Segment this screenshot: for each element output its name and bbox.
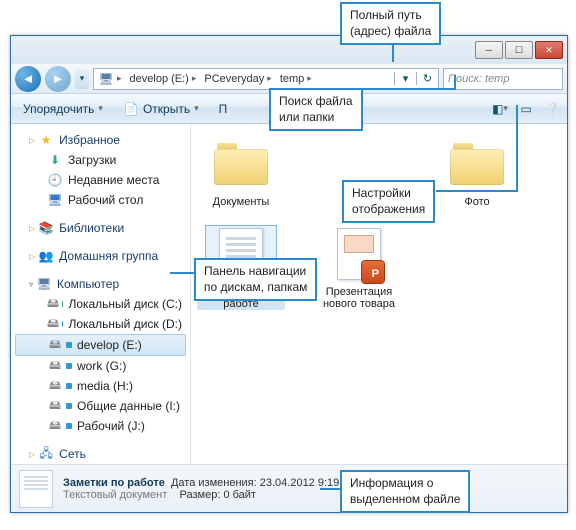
forward-button[interactable]: ► (45, 66, 71, 92)
refresh-button[interactable]: ↻ (416, 72, 438, 85)
callout-view: Настройки отображения (342, 180, 435, 223)
address-box[interactable]: 🖥▸ develop (E:)▸ PCeveryday▸ temp▸ ▾ ↻ (93, 68, 439, 90)
crumb-folder1[interactable]: PCeveryday▸ (200, 69, 275, 89)
drive-icon: 🖴 (47, 296, 59, 312)
nav-drive-e[interactable]: 🖴develop (E:) (15, 334, 186, 356)
status-text: Заметки по работе Дата изменения: 23.04.… (63, 477, 339, 501)
network-icon: 🖧 (38, 446, 54, 462)
callout-line (170, 272, 194, 274)
open-icon: 📄 (123, 101, 139, 117)
nav-network[interactable]: ▷🖧Сеть (11, 444, 190, 464)
history-dropdown[interactable]: ▾ (75, 69, 89, 89)
nav-drive-d[interactable]: 🖴Локальный диск (D:) (11, 314, 190, 334)
item-label: Фото (464, 196, 489, 208)
callout-line (436, 190, 516, 192)
view-mode-button[interactable]: ◧ ▾ (491, 100, 509, 118)
crumb-root[interactable]: 🖥▸ (94, 69, 126, 89)
nav-computer[interactable]: ▿🖥Компьютер (11, 274, 190, 294)
crumb-folder2[interactable]: temp▸ (276, 69, 316, 89)
help-button[interactable]: ❔ (543, 100, 561, 118)
callout-info: Информация о выделенном файле (340, 470, 470, 513)
folder-icon (214, 143, 268, 185)
nav-drive-g[interactable]: 🖴work (G:) (11, 356, 190, 376)
callout-path: Полный путь (адрес) файла (340, 2, 441, 45)
nav-favorites[interactable]: ▷★Избранное (11, 130, 190, 150)
library-icon: 📚 (38, 220, 54, 236)
organize-button[interactable]: Упорядочить ▾ (17, 100, 109, 118)
status-thumb-icon (19, 470, 53, 508)
nav-downloads[interactable]: ⬇Загрузки (11, 150, 190, 170)
nav-drive-h[interactable]: 🖴media (H:) (11, 376, 190, 396)
titlebar: ─ ☐ ✕ (11, 36, 567, 64)
nav-recent[interactable]: 🕘Недавние места (11, 170, 190, 190)
powerpoint-icon (337, 228, 381, 280)
folder-icon (450, 143, 504, 185)
drive-icon: 🖴 (47, 316, 59, 332)
back-button[interactable]: ◄ (15, 66, 41, 92)
item-label: Документы (213, 196, 270, 208)
drive-icon: 🖴 (47, 418, 63, 434)
callout-line (516, 105, 518, 192)
homegroup-icon: 👥 (38, 248, 54, 264)
callout-line (454, 75, 456, 90)
star-icon: ★ (38, 132, 54, 148)
item-file-presentation[interactable]: Презентация нового товара (315, 226, 403, 310)
search-input[interactable]: Поиск: temp (443, 68, 563, 90)
callout-line (354, 88, 454, 90)
navigation-pane: ▷★Избранное ⬇Загрузки 🕘Недавние места 🖥Р… (11, 124, 191, 464)
computer-icon: 🖥 (36, 276, 52, 292)
open-button[interactable]: 📄Открыть ▾ (117, 99, 205, 119)
nav-homegroup[interactable]: ▷👥Домашняя группа (11, 246, 190, 266)
drive-icon: 🖴 (47, 337, 63, 353)
nav-libraries[interactable]: ▷📚Библиотеки (11, 218, 190, 238)
download-icon: ⬇ (47, 152, 63, 168)
drive-icon: 🖴 (47, 398, 63, 414)
more-button[interactable]: П (213, 100, 234, 118)
callout-navpanel: Панель навигации по дискам, папкам (194, 258, 317, 301)
item-folder-documents[interactable]: Документы (197, 136, 285, 208)
nav-drive-i[interactable]: 🖴Общие данные (I:) (11, 396, 190, 416)
drive-icon: 🖴 (47, 378, 63, 394)
drive-icon: 🖴 (47, 358, 63, 374)
preview-pane-button[interactable]: ▭ (517, 100, 535, 118)
maximize-button[interactable]: ☐ (505, 41, 533, 59)
nav-drive-j[interactable]: 🖴Рабочий (J:) (11, 416, 190, 436)
item-folder-photo[interactable]: Фото (433, 136, 521, 208)
status-bar: Заметки по работе Дата изменения: 23.04.… (11, 464, 567, 512)
recent-icon: 🕘 (47, 172, 63, 188)
search-placeholder: Поиск: temp (448, 73, 509, 85)
callout-search: Поиск файла или папки (269, 88, 363, 131)
nav-drive-c[interactable]: 🖴Локальный диск (C:) (11, 294, 190, 314)
callout-line (320, 488, 340, 490)
item-label: Презентация нового товара (315, 286, 403, 310)
minimize-button[interactable]: ─ (475, 41, 503, 59)
close-button[interactable]: ✕ (535, 41, 563, 59)
addr-dropdown[interactable]: ▾ (394, 72, 416, 85)
desktop-icon: 🖥 (47, 192, 63, 208)
nav-desktop[interactable]: 🖥Рабочий стол (11, 190, 190, 210)
crumb-drive[interactable]: develop (E:)▸ (126, 69, 201, 89)
